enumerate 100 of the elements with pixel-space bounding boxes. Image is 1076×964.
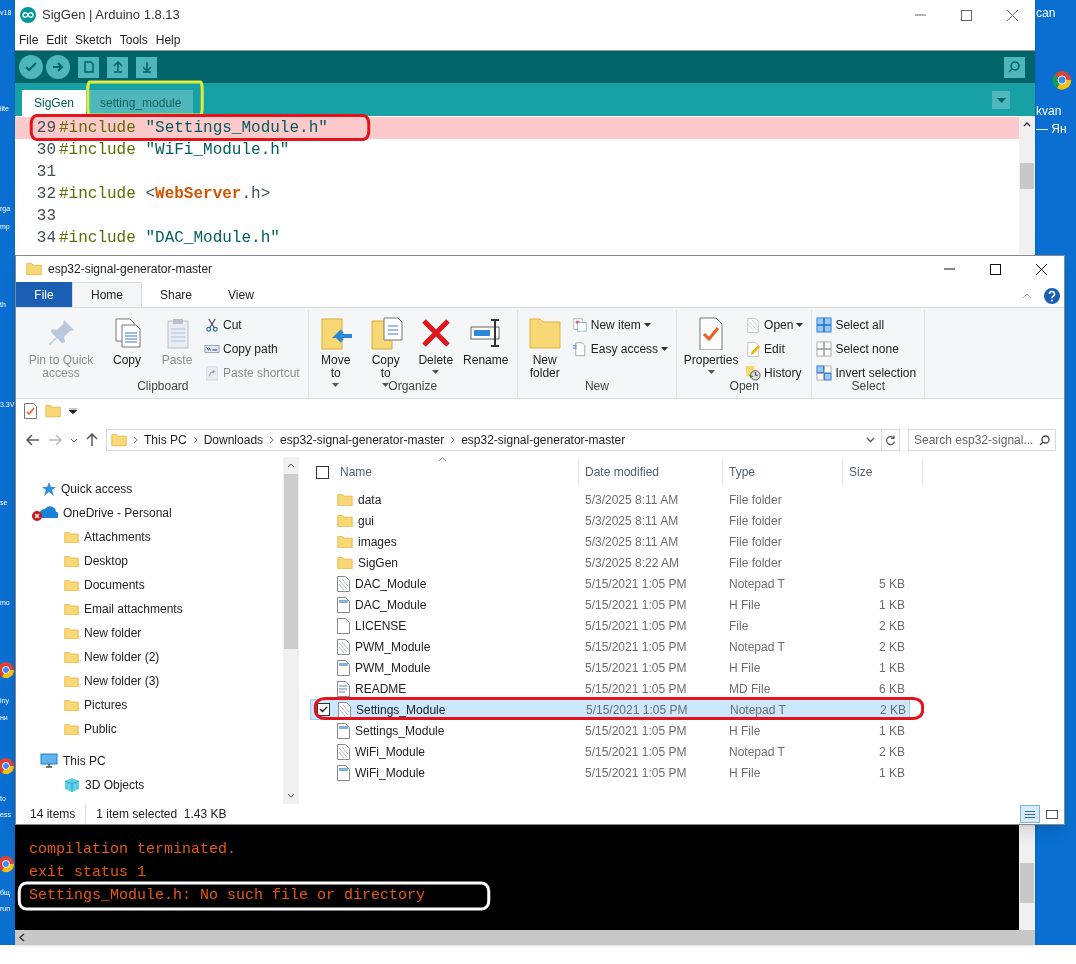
ribbon-button[interactable]: Select all (816, 316, 921, 334)
nav-item[interactable]: New folder (2) (16, 645, 283, 669)
breadcrumb-item[interactable]: This PC (144, 431, 187, 449)
ribbon-button[interactable]: New folder (521, 312, 568, 380)
folder-icon (64, 530, 79, 544)
nav-item[interactable]: Email attachments (16, 597, 283, 621)
ribbon-button[interactable]: Copy path (204, 340, 304, 358)
menu-item[interactable]: Help (151, 31, 185, 49)
ribbon-button[interactable]: Open (745, 316, 808, 334)
table-cell-text: 2 KB (879, 617, 905, 635)
menu-item[interactable]: Sketch (71, 31, 116, 49)
menu-item[interactable]: Tools (115, 31, 152, 49)
table-cell-text: 5/15/2021 1:05 PM (584, 638, 688, 656)
folder-icon (45, 404, 61, 418)
chevron-down-icon (70, 437, 78, 443)
scrollbar-thumb[interactable] (1020, 163, 1034, 189)
column-header[interactable]: Size (843, 459, 923, 485)
column-header[interactable]: Type (723, 459, 843, 485)
table-cell-text: Notepad T (728, 743, 786, 761)
table-cell-text: 6 KB (879, 680, 905, 698)
folder-icon (64, 650, 79, 664)
ribbon-button[interactable]: Copy (104, 312, 150, 367)
nav-item[interactable]: Attachments (16, 525, 283, 549)
upload-button[interactable] (46, 55, 70, 79)
save-button[interactable] (136, 56, 157, 78)
table-cell-text: 1 KB (879, 596, 905, 614)
scrollbar-thumb[interactable] (284, 474, 298, 649)
ribbon-button[interactable]: Select none (816, 340, 921, 358)
line-number: 32 (35, 185, 57, 203)
breadcrumb-item[interactable]: Downloads (203, 431, 264, 449)
verify-button[interactable] (19, 55, 43, 79)
file-row[interactable]: DAC_Module 5/15/2021 1:05 PM H File 1 KB (310, 594, 910, 615)
file-row[interactable]: gui 5/3/2025 8:11 AM File folder (310, 510, 910, 531)
ribbon-tab[interactable]: File (16, 282, 72, 307)
ribbon-button[interactable]: Rename (462, 312, 509, 367)
file-row[interactable]: images 5/3/2025 8:11 AM File folder (310, 531, 910, 552)
refresh-icon (885, 434, 896, 446)
file-row[interactable]: Settings_Module 5/15/2021 1:05 PM H File 1 KB (310, 720, 910, 741)
document-icon (571, 341, 588, 357)
ribbon-button[interactable]: Edit (745, 340, 808, 358)
file-row[interactable]: DAC_Module 5/15/2021 1:05 PM Notepad T 5 KB (310, 573, 910, 594)
ribbon-button[interactable]: New item (571, 316, 673, 334)
file-row[interactable]: PWM_Module 5/15/2021 1:05 PM Notepad T 2 KB (310, 636, 910, 657)
file-name: PWM_Module (355, 638, 431, 656)
nav-item[interactable]: Pictures (16, 693, 283, 717)
file-row[interactable]: LICENSE 5/15/2021 1:05 PM File 2 KB (310, 615, 910, 636)
tab-menu-button[interactable] (992, 91, 1010, 109)
open-button[interactable] (107, 56, 128, 78)
nav-item[interactable]: New folder (16, 621, 283, 645)
search-field[interactable]: Search esp32-signal... (908, 429, 1056, 451)
help-icon (1044, 288, 1060, 304)
table-cell-text: File folder (728, 533, 783, 551)
new-button[interactable] (78, 56, 99, 78)
column-header[interactable]: Date modified (579, 459, 723, 485)
ribbon-tab[interactable]: Share (142, 282, 211, 307)
desktop-icon-label[interactable]: can (1036, 6, 1056, 20)
address-bar[interactable]: This PC Downloads esp32-signal-generator-master esp32-signal-generator-master (106, 429, 900, 451)
line-number: 31 (35, 163, 57, 181)
ribbon-button[interactable]: Cut (204, 316, 304, 334)
ribbon-button[interactable]: Move to (312, 312, 359, 387)
computer-icon (40, 753, 58, 769)
sketch-tab[interactable]: SigGen (22, 90, 87, 116)
file-row[interactable]: README 5/15/2021 1:05 PM MD File 6 KB (310, 678, 910, 699)
menu-item[interactable]: Edit (42, 31, 72, 49)
folder-icon (337, 513, 353, 528)
nav-item[interactable]: OneDrive - Personal (16, 501, 283, 525)
ribbon-tab[interactable]: Home (72, 282, 142, 307)
breadcrumb-item[interactable]: esp32-signal-generator-master (280, 431, 445, 449)
menu-item[interactable]: File (15, 31, 43, 49)
file-row[interactable]: WiFi_Module 5/15/2021 1:05 PM H File 1 KB (310, 762, 910, 783)
dropdown-caret-icon (707, 370, 715, 374)
invert-selection-icon (816, 365, 833, 381)
ribbon-button[interactable]: Easy access (571, 340, 673, 358)
nav-item[interactable]: This PC (16, 749, 283, 773)
file-row[interactable]: data 5/3/2025 8:11 AM File folder (310, 489, 910, 510)
serial-monitor-button[interactable] (1004, 56, 1025, 78)
column-header[interactable]: Name (334, 459, 579, 485)
file-row[interactable]: SigGen 5/3/2025 8:22 AM File folder (310, 552, 910, 573)
desktop-icon-label[interactable]: — Ян (1036, 122, 1067, 136)
nav-item[interactable]: New folder (3) (16, 669, 283, 693)
ribbon-button[interactable]: Properties (681, 312, 742, 374)
nav-item[interactable]: Quick access (16, 477, 283, 501)
nav-item[interactable]: 3D Objects (16, 773, 283, 797)
breadcrumb-item[interactable]: esp32-signal-generator-master (461, 431, 626, 449)
table-cell-text: H File (728, 764, 762, 782)
nav-item[interactable]: Public (16, 717, 283, 741)
select-all-checkbox[interactable] (315, 465, 329, 479)
table-cell-text: Notepad T (728, 638, 786, 656)
shortcut-icon (204, 365, 220, 381)
arrow-up-icon (112, 61, 123, 73)
file-row[interactable]: PWM_Module 5/15/2021 1:05 PM H File 1 KB (310, 657, 910, 678)
details-view-icon[interactable] (1020, 805, 1040, 823)
file-row[interactable]: WiFi_Module 5/15/2021 1:05 PM Notepad T 2 KB (310, 741, 910, 762)
desktop-icon-label[interactable]: kvan (1036, 104, 1062, 118)
ribbon-button[interactable]: Delete (412, 312, 459, 374)
nav-item[interactable]: Desktop (16, 549, 283, 573)
ribbon-tab[interactable]: View (210, 282, 272, 307)
scrollbar-thumb[interactable] (1020, 863, 1034, 903)
minimize-icon (943, 268, 955, 270)
nav-item[interactable]: Documents (16, 573, 283, 597)
